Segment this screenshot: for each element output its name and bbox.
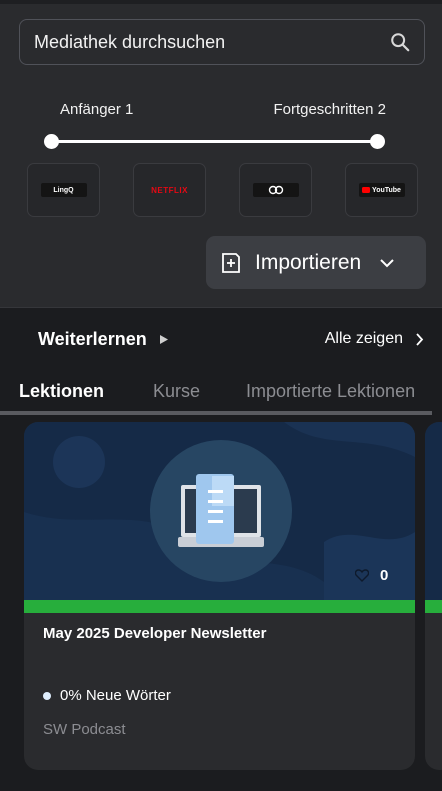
- search-icon[interactable]: [389, 31, 411, 53]
- lesson-title[interactable]: May 2025 Developer Newsletter: [43, 625, 266, 642]
- netflix-logo-icon: NETFLIX: [151, 185, 188, 195]
- status-dot-icon: [43, 691, 51, 700]
- tab-lessons[interactable]: Lektionen: [19, 381, 104, 402]
- lesson-card-next[interactable]: [425, 422, 442, 770]
- top-divider: [0, 0, 442, 4]
- show-all-link[interactable]: Alle zeigen: [325, 330, 424, 348]
- tab-underline: [0, 411, 432, 415]
- level-slider-max-handle[interactable]: [370, 134, 385, 149]
- play-triangle-icon: [159, 335, 168, 344]
- chevron-right-icon: [416, 332, 424, 346]
- continue-learning-header[interactable]: Weiterlernen: [38, 329, 169, 350]
- lesson-progress-bar-next: [425, 600, 442, 613]
- new-words-label: 0% Neue Wörter: [60, 687, 171, 704]
- search-bar[interactable]: [19, 19, 425, 65]
- level-max-label: Fortgeschritten 2: [273, 101, 386, 118]
- show-all-label: Alle zeigen: [324, 330, 403, 347]
- level-slider-track[interactable]: [51, 140, 377, 143]
- source-lingq-button[interactable]: LingQ: [27, 163, 100, 217]
- lesson-thumbnail: 0: [24, 422, 415, 600]
- search-input[interactable]: [20, 31, 380, 53]
- chevron-down-icon: [380, 258, 394, 267]
- source-netflix-button[interactable]: NETFLIX: [133, 163, 206, 217]
- podcast-logo-icon: [252, 183, 299, 197]
- tab-imported-lessons[interactable]: Importierte Lektionen: [246, 381, 415, 402]
- level-min-label: Anfänger 1: [60, 101, 134, 118]
- lesson-source: SW Podcast: [43, 721, 126, 738]
- level-slider-min-handle[interactable]: [44, 134, 59, 149]
- source-podcast-button[interactable]: [239, 163, 312, 217]
- like-count: 0: [380, 567, 389, 584]
- import-button[interactable]: Importieren: [206, 236, 426, 289]
- lesson-progress-bar: [24, 600, 415, 613]
- new-words-status: 0% Neue Wörter: [43, 687, 171, 704]
- lingq-logo-icon: LingQ: [40, 183, 87, 197]
- heart-icon[interactable]: [355, 569, 369, 582]
- youtube-logo-icon: YouTube: [358, 183, 405, 197]
- import-label: Importieren: [255, 250, 362, 274]
- filter-panel: Anfänger 1 Fortgeschritten 2 LingQ NETFL…: [0, 0, 442, 308]
- source-youtube-button[interactable]: YouTube: [345, 163, 418, 217]
- tab-courses[interactable]: Kurse: [153, 381, 200, 402]
- lesson-card[interactable]: 0 May 2025 Developer Newsletter 0% Neue …: [24, 422, 415, 770]
- continue-learning-label: Weiterlernen: [38, 329, 147, 349]
- lesson-thumbnail-next: [425, 422, 442, 600]
- add-document-icon: [222, 252, 240, 273]
